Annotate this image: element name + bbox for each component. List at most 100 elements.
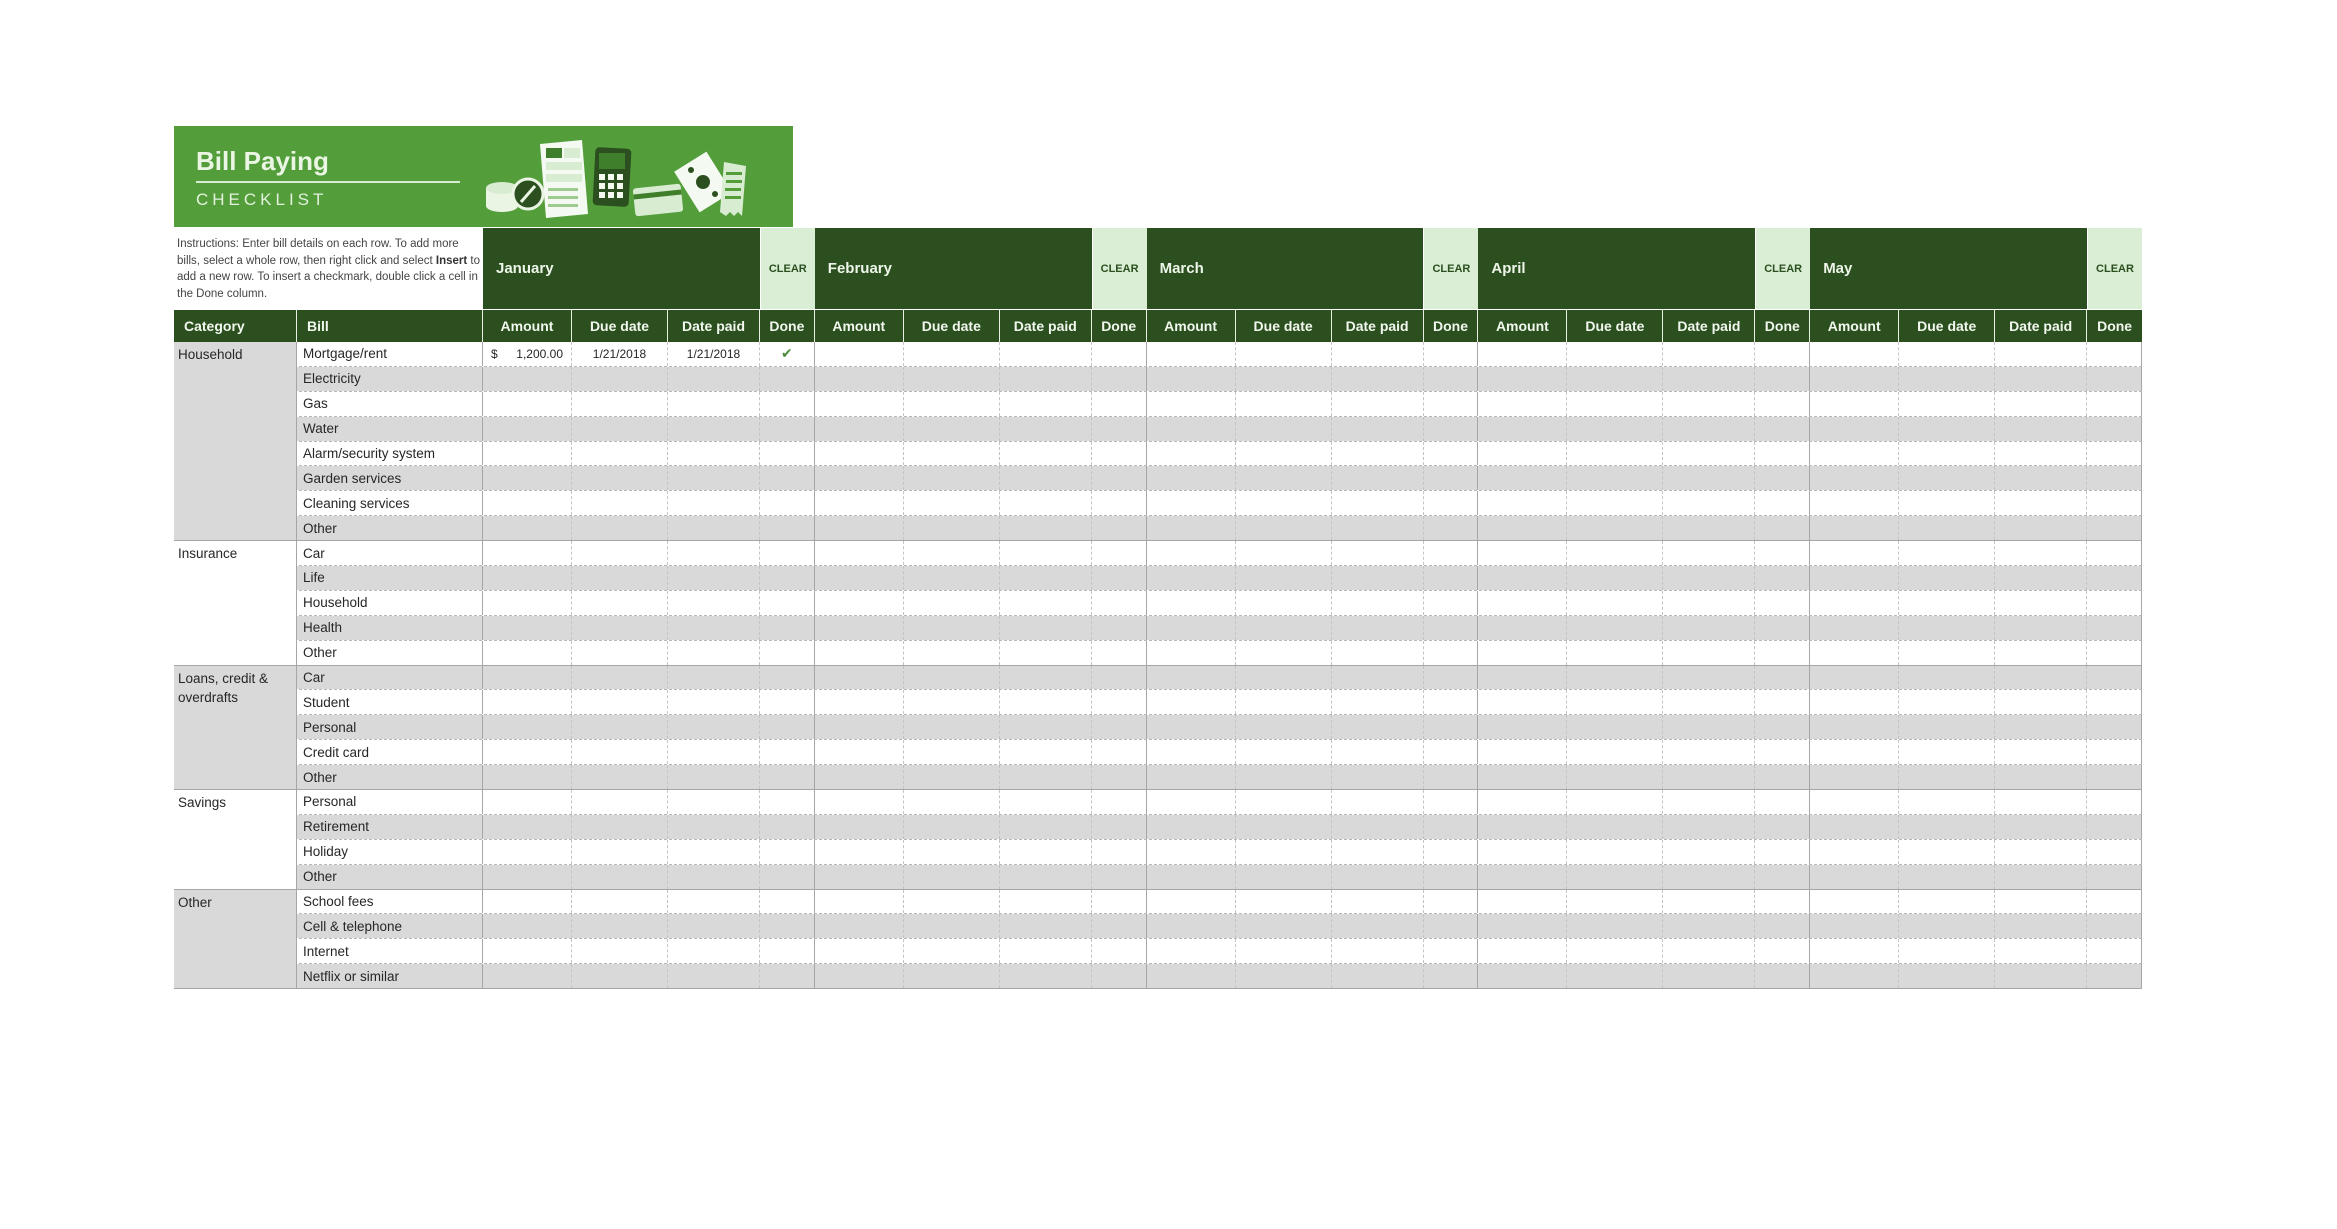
- amount-cell[interactable]: [1146, 864, 1236, 889]
- date-paid-cell[interactable]: [1995, 640, 2088, 665]
- due-date-cell[interactable]: [1235, 590, 1332, 615]
- done-cell[interactable]: [1755, 740, 1811, 765]
- date-paid-cell[interactable]: [668, 939, 760, 964]
- date-paid-cell[interactable]: [1331, 391, 1424, 416]
- amount-cell[interactable]: [483, 765, 572, 790]
- due-date-cell[interactable]: [903, 466, 1000, 491]
- date-paid-cell[interactable]: [1663, 690, 1756, 715]
- done-cell[interactable]: [1091, 491, 1147, 516]
- done-cell[interactable]: [760, 541, 815, 566]
- due-date-cell[interactable]: [1235, 814, 1332, 839]
- amount-cell[interactable]: [1478, 914, 1568, 939]
- done-cell[interactable]: [1091, 416, 1147, 441]
- due-date-cell[interactable]: [903, 889, 1000, 914]
- done-cell[interactable]: [2087, 690, 2142, 715]
- done-cell[interactable]: [1423, 466, 1479, 491]
- amount-cell[interactable]: [1810, 914, 1900, 939]
- done-cell[interactable]: [1091, 391, 1147, 416]
- amount-cell[interactable]: [1146, 366, 1236, 391]
- amount-cell[interactable]: [1478, 516, 1568, 541]
- date-paid-cell[interactable]: [1663, 541, 1756, 566]
- due-date-cell[interactable]: [1899, 590, 1996, 615]
- amount-cell[interactable]: [814, 740, 904, 765]
- date-paid-cell[interactable]: [1331, 566, 1424, 590]
- date-paid-cell[interactable]: [999, 590, 1092, 615]
- bill-name-cell[interactable]: Gas: [297, 391, 483, 416]
- date-paid-cell[interactable]: [1331, 715, 1424, 740]
- done-cell[interactable]: [1755, 790, 1811, 814]
- done-cell[interactable]: [2087, 939, 2142, 964]
- amount-cell[interactable]: [1478, 765, 1568, 790]
- bill-name-cell[interactable]: Netflix or similar: [297, 964, 483, 989]
- amount-cell[interactable]: [814, 391, 904, 416]
- done-cell[interactable]: [1755, 690, 1811, 715]
- amount-cell[interactable]: [1146, 814, 1236, 839]
- done-cell[interactable]: [1755, 914, 1811, 939]
- done-cell[interactable]: [1755, 864, 1811, 889]
- bill-name-cell[interactable]: Retirement: [297, 814, 483, 839]
- done-cell[interactable]: [1091, 690, 1147, 715]
- date-paid-cell[interactable]: [1331, 765, 1424, 790]
- done-cell[interactable]: [760, 839, 815, 864]
- date-paid-cell[interactable]: 1/21/2018: [668, 342, 760, 366]
- amount-cell[interactable]: [814, 466, 904, 491]
- due-date-cell[interactable]: [1899, 889, 1996, 914]
- done-cell[interactable]: [760, 466, 815, 491]
- done-cell[interactable]: [2087, 416, 2142, 441]
- due-date-cell[interactable]: [572, 466, 668, 491]
- done-cell[interactable]: [1091, 615, 1147, 640]
- done-cell[interactable]: [2087, 342, 2142, 366]
- done-cell[interactable]: [1755, 391, 1811, 416]
- date-paid-cell[interactable]: [999, 416, 1092, 441]
- amount-cell[interactable]: [814, 366, 904, 391]
- amount-cell[interactable]: [814, 814, 904, 839]
- amount-cell[interactable]: [483, 640, 572, 665]
- done-cell[interactable]: [1423, 765, 1479, 790]
- clear-april-button[interactable]: CLEAR: [1755, 228, 1811, 309]
- date-paid-cell[interactable]: [1995, 765, 2088, 790]
- date-paid-cell[interactable]: [1331, 441, 1424, 466]
- due-date-cell[interactable]: [572, 939, 668, 964]
- category-group-3[interactable]: Savings: [174, 790, 297, 890]
- due-date-cell[interactable]: [1567, 590, 1664, 615]
- date-paid-cell[interactable]: [1663, 416, 1756, 441]
- done-cell[interactable]: [1091, 864, 1147, 889]
- amount-cell[interactable]: [1146, 939, 1236, 964]
- done-cell[interactable]: [1755, 615, 1811, 640]
- amount-cell[interactable]: [1146, 441, 1236, 466]
- done-cell[interactable]: [760, 690, 815, 715]
- date-paid-cell[interactable]: [1663, 566, 1756, 590]
- due-date-cell[interactable]: [903, 640, 1000, 665]
- done-cell[interactable]: [1755, 590, 1811, 615]
- done-cell[interactable]: [760, 491, 815, 516]
- date-paid-cell[interactable]: [668, 491, 760, 516]
- date-paid-cell[interactable]: [999, 391, 1092, 416]
- due-date-cell[interactable]: [1235, 939, 1332, 964]
- category-group-0[interactable]: Household: [174, 342, 297, 542]
- due-date-cell[interactable]: [903, 615, 1000, 640]
- done-cell[interactable]: [2087, 566, 2142, 590]
- amount-cell[interactable]: [1478, 964, 1568, 989]
- due-date-cell[interactable]: [572, 964, 668, 989]
- amount-cell[interactable]: [1478, 615, 1568, 640]
- date-paid-cell[interactable]: [668, 864, 760, 889]
- amount-cell[interactable]: [814, 715, 904, 740]
- done-cell[interactable]: [760, 790, 815, 814]
- amount-cell[interactable]: [483, 665, 572, 690]
- bill-name-cell[interactable]: Water: [297, 416, 483, 441]
- amount-cell[interactable]: [1146, 416, 1236, 441]
- due-date-cell[interactable]: [1899, 466, 1996, 491]
- amount-cell[interactable]: [814, 342, 904, 366]
- done-cell[interactable]: [1423, 914, 1479, 939]
- due-date-cell[interactable]: [1567, 914, 1664, 939]
- amount-cell[interactable]: [1146, 590, 1236, 615]
- date-paid-cell[interactable]: [668, 964, 760, 989]
- amount-cell[interactable]: [483, 516, 572, 541]
- bill-name-cell[interactable]: Car: [297, 665, 483, 690]
- done-cell[interactable]: [1091, 939, 1147, 964]
- done-cell[interactable]: [1423, 441, 1479, 466]
- date-paid-cell[interactable]: [1331, 740, 1424, 765]
- done-cell[interactable]: [1091, 914, 1147, 939]
- amount-cell[interactable]: [1810, 516, 1900, 541]
- amount-cell[interactable]: [814, 864, 904, 889]
